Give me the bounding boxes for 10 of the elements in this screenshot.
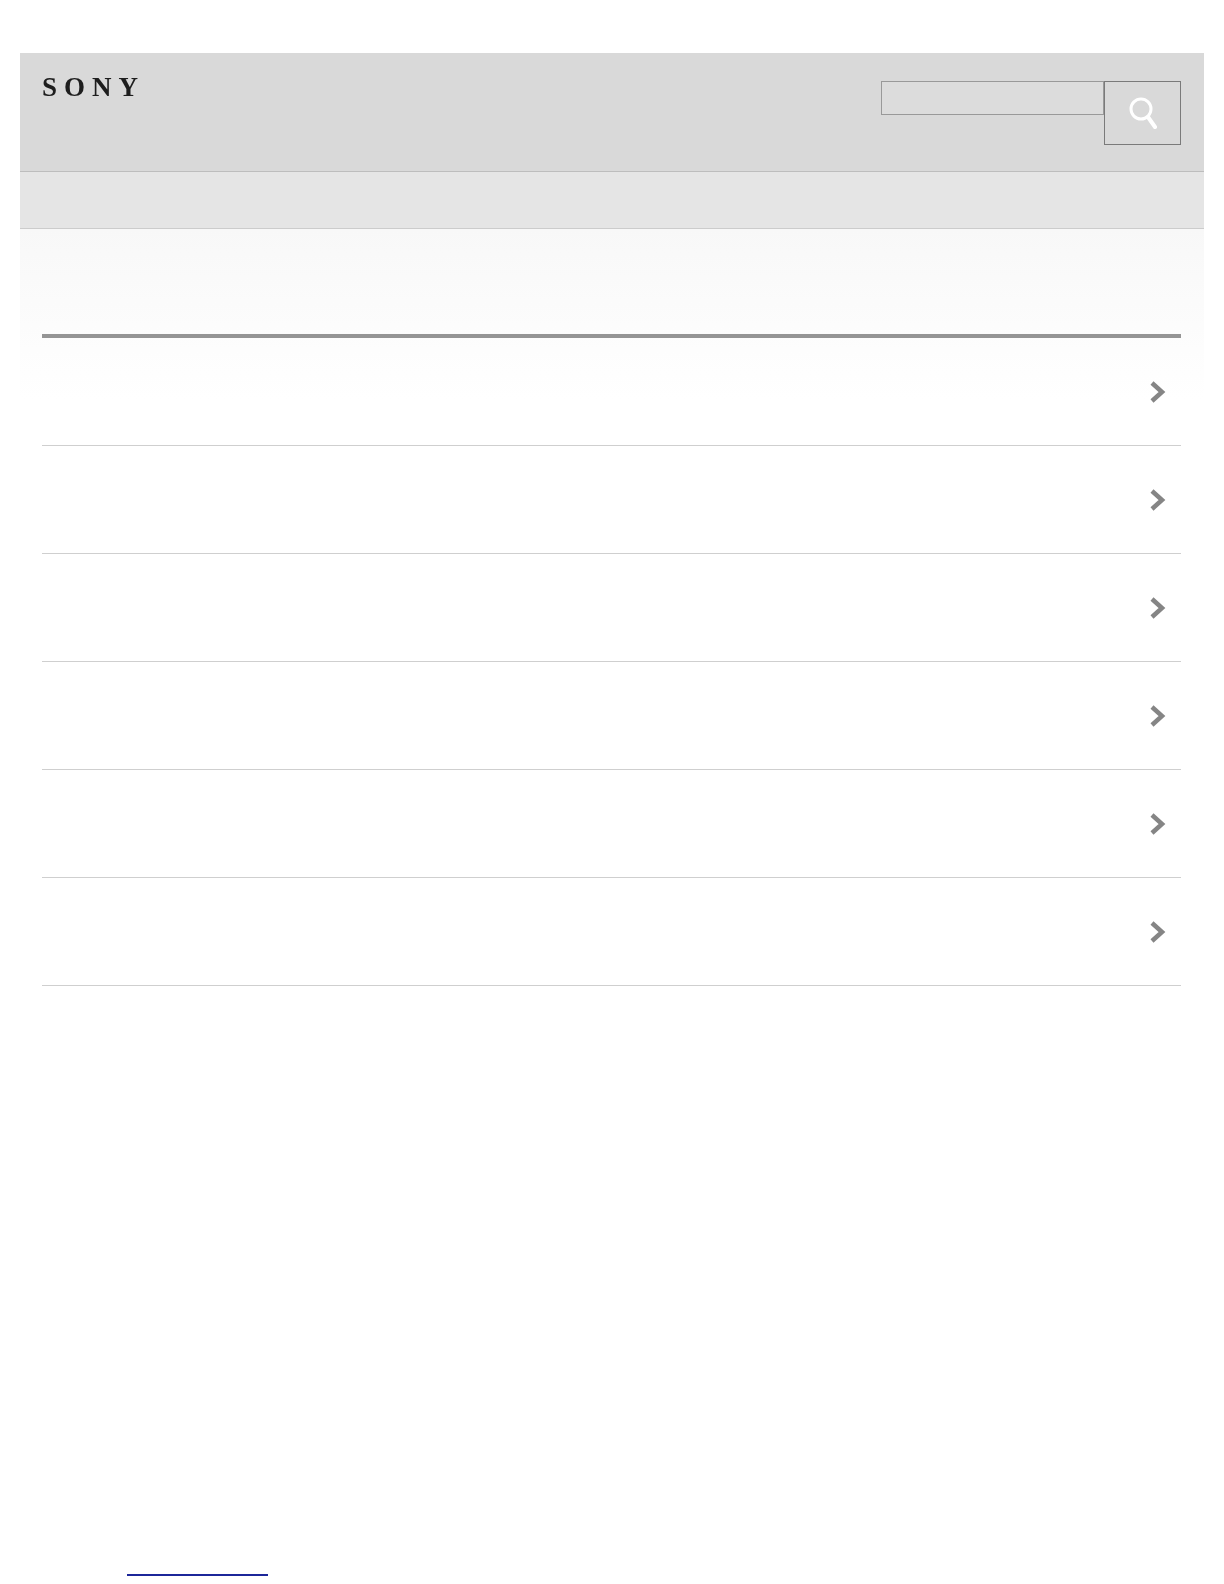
chevron-right-icon bbox=[1149, 595, 1166, 620]
chevron-right-icon bbox=[1149, 379, 1166, 404]
chevron-right-icon bbox=[1149, 919, 1166, 944]
chevron-right-icon bbox=[1149, 487, 1166, 512]
search-button[interactable] bbox=[1104, 81, 1181, 145]
chevron-right-icon bbox=[1149, 703, 1166, 728]
chevron-right-icon bbox=[1149, 811, 1166, 836]
search-icon bbox=[1128, 96, 1157, 130]
search-field[interactable] bbox=[881, 81, 1104, 115]
site-logo[interactable]: SONY bbox=[42, 71, 145, 103]
